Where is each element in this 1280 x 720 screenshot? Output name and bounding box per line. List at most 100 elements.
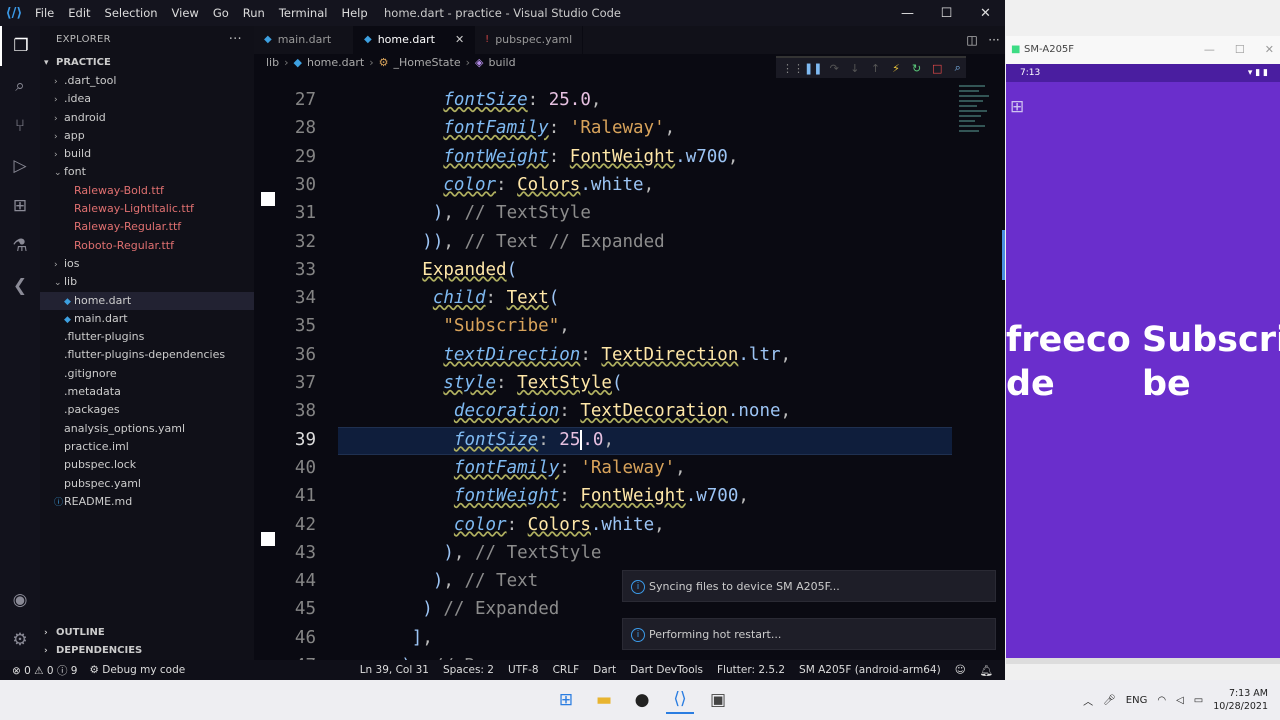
maximize-button[interactable]: ☐	[1235, 36, 1245, 64]
menu-help[interactable]: Help	[334, 0, 374, 26]
file-explorer-icon[interactable]: ▬	[590, 686, 618, 714]
wifi-icon[interactable]: ◠	[1157, 695, 1166, 706]
flutter-version[interactable]: Flutter: 2.5.2	[717, 664, 785, 676]
tree-folder[interactable]: › .dart_tool	[40, 72, 254, 90]
tree-file[interactable]: analysis_options.yaml	[40, 420, 254, 438]
tab-home-dart[interactable]: ◆ home.dart ✕	[354, 26, 476, 54]
extensions-icon[interactable]: ⊞	[0, 186, 40, 226]
stop-icon[interactable]: □	[929, 62, 946, 75]
battery-icon[interactable]: ▭	[1194, 695, 1203, 706]
notifications-bell-icon[interactable]: 🔔︎	[980, 664, 993, 677]
tree-folder[interactable]: › android	[40, 109, 254, 127]
notification-toast[interactable]: i Performing hot restart...	[622, 618, 996, 650]
maximize-button[interactable]: ☐	[927, 0, 966, 26]
drag-handle-icon[interactable]: ⋮⋮	[782, 62, 804, 75]
tree-file[interactable]: Raleway-Regular.ttf	[40, 218, 254, 236]
more-actions-icon[interactable]: ···	[229, 26, 242, 54]
tree-file[interactable]: pubspec.yaml	[40, 475, 254, 493]
tree-file[interactable]: Roboto-Regular.ttf	[40, 237, 254, 255]
vscode-window: ⟨/⟩ File Edit Selection View Go Run Term…	[0, 0, 1005, 680]
step-out-icon[interactable]: ↑	[867, 62, 884, 75]
account-icon[interactable]: ◉	[0, 580, 40, 620]
emulator-taskbar-icon[interactable]: ▣	[704, 686, 732, 714]
menu-run[interactable]: Run	[236, 0, 272, 26]
menu-view[interactable]: View	[165, 0, 206, 26]
line-ending[interactable]: CRLF	[553, 664, 580, 676]
input-language[interactable]: ENG	[1126, 695, 1148, 706]
explorer-icon[interactable]: ❐	[0, 26, 40, 66]
tree-file[interactable]: .gitignore	[40, 365, 254, 383]
close-tab-icon[interactable]: ✕	[455, 26, 464, 54]
menu-selection[interactable]: Selection	[98, 0, 165, 26]
volume-icon[interactable]: ◁	[1176, 695, 1184, 706]
outline-section[interactable]: › OUTLINE	[40, 624, 254, 642]
tree-file[interactable]: .flutter-plugins	[40, 328, 254, 346]
split-editor-icon[interactable]: ◫	[961, 26, 983, 54]
device-selector[interactable]: SM A205F (android-arm64)	[799, 664, 941, 676]
vscode-taskbar-icon[interactable]: ⟨⟩	[666, 686, 694, 714]
hot-reload-icon[interactable]: ⚡	[888, 62, 905, 75]
dart-devtools[interactable]: Dart DevTools	[630, 664, 703, 676]
inspect-widget-icon[interactable]: ⌕	[949, 61, 966, 75]
tree-file[interactable]: Raleway-Bold.ttf	[40, 182, 254, 200]
app-bar-icon[interactable]: ⊞	[1010, 98, 1028, 116]
language-mode[interactable]: Dart	[593, 664, 616, 676]
tree-file[interactable]: Raleway-LightItalic.ttf	[40, 200, 254, 218]
flutter-icon[interactable]: ❮	[0, 266, 40, 306]
step-into-icon[interactable]: ↓	[847, 62, 864, 75]
clock[interactable]: 7:13 AM 10/28/2021	[1213, 687, 1268, 713]
source-control-icon[interactable]: ⑂	[0, 106, 40, 146]
problems-indicator[interactable]: ⊗ 0 ⚠ 0 ⓘ 9	[12, 663, 77, 678]
more-actions-icon[interactable]: ···	[983, 26, 1005, 54]
notification-toast[interactable]: i Syncing files to device SM A205F...	[622, 570, 996, 602]
minimap[interactable]	[959, 82, 995, 162]
microphone-icon[interactable]: 🎤︎	[1103, 695, 1116, 706]
breadcrumb-item[interactable]: build	[489, 54, 516, 72]
testing-icon[interactable]: ⚗	[0, 226, 40, 266]
run-debug-icon[interactable]: ▷	[0, 146, 40, 186]
indentation[interactable]: Spaces: 2	[443, 664, 494, 676]
close-button[interactable]: ✕	[966, 0, 1005, 26]
tree-file[interactable]: pubspec.lock	[40, 456, 254, 474]
tab-main-dart[interactable]: ◆ main.dart	[254, 26, 354, 54]
breadcrumb-item[interactable]: home.dart	[307, 54, 364, 72]
tree-folder[interactable]: › .idea	[40, 90, 254, 108]
tree-folder[interactable]: › app	[40, 127, 254, 145]
tree-folder[interactable]: ⌄ lib	[40, 273, 254, 291]
breadcrumb-item[interactable]: _HomeState	[394, 54, 461, 72]
dependencies-section[interactable]: › DEPENDENCIES	[40, 642, 254, 660]
tree-file[interactable]: .packages	[40, 401, 254, 419]
step-over-icon[interactable]: ↷	[826, 62, 843, 75]
breadcrumb-item[interactable]: lib	[266, 54, 279, 72]
tree-file[interactable]: ◆ main.dart	[40, 310, 254, 328]
debug-status[interactable]: ⚙ Debug my code	[89, 664, 185, 676]
tree-file[interactable]: .flutter-plugins-dependencies	[40, 346, 254, 364]
browser-icon[interactable]: ●	[628, 686, 656, 714]
scrollbar-thumb[interactable]	[1002, 230, 1005, 280]
tree-file[interactable]: .metadata	[40, 383, 254, 401]
restart-icon[interactable]: ↻	[908, 62, 925, 75]
windows-start-icon[interactable]: ⊞	[552, 686, 580, 714]
menu-go[interactable]: Go	[206, 0, 236, 26]
menu-terminal[interactable]: Terminal	[272, 0, 335, 26]
feedback-icon[interactable]: ☺	[955, 664, 966, 676]
workspace-section[interactable]: ▾ PRACTICE	[40, 54, 254, 72]
encoding[interactable]: UTF-8	[508, 664, 539, 676]
tree-folder[interactable]: › build	[40, 145, 254, 163]
chevron-up-icon[interactable]: ︿	[1083, 693, 1093, 708]
close-button[interactable]: ✕	[1265, 36, 1274, 64]
cursor-position[interactable]: Ln 39, Col 31	[360, 664, 429, 676]
tree-file[interactable]: ◆ home.dart	[40, 291, 254, 310]
tree-folder[interactable]: ⌄ font	[40, 163, 254, 181]
search-icon[interactable]: ⌕	[0, 66, 40, 106]
tree-file[interactable]: practice.iml	[40, 438, 254, 456]
pause-icon[interactable]: ❚❚	[804, 62, 822, 75]
tree-folder[interactable]: › ios	[40, 255, 254, 273]
menu-edit[interactable]: Edit	[61, 0, 97, 26]
menu-file[interactable]: File	[28, 0, 61, 26]
tree-file[interactable]: ⓘREADME.md	[40, 493, 254, 511]
settings-gear-icon[interactable]: ⚙	[0, 620, 40, 660]
minimize-button[interactable]: —	[888, 0, 927, 26]
tab-pubspec-yaml[interactable]: ! pubspec.yaml	[475, 26, 584, 54]
minimize-button[interactable]: —	[1204, 36, 1215, 64]
